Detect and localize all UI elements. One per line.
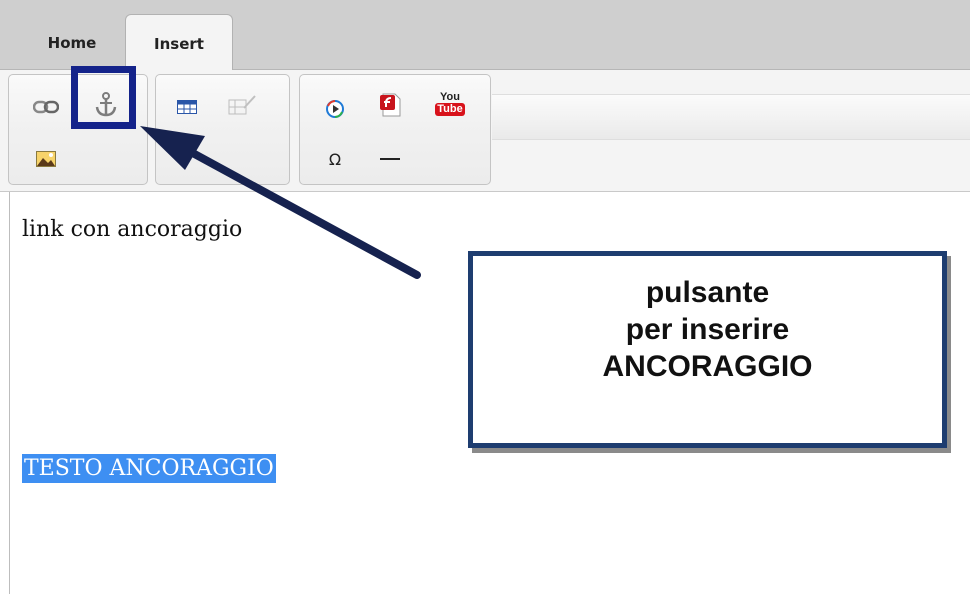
- youtube-top-label: You: [440, 91, 460, 103]
- youtube-icon: You Tube: [435, 91, 465, 116]
- table-properties-icon: [228, 95, 256, 115]
- annotation-callout: pulsante per inserire ANCORAGGIO: [468, 251, 947, 448]
- omega-icon: Ω: [328, 149, 342, 169]
- image-button[interactable]: [31, 145, 61, 173]
- callout-line-1: pulsante: [645, 276, 770, 309]
- media-group: You Tube Ω: [299, 74, 491, 185]
- special-character-button[interactable]: Ω: [320, 145, 350, 173]
- callout-text: pulsante per inserire ANCORAGGIO: [473, 274, 942, 385]
- horizontal-rule-icon: [380, 158, 400, 160]
- tab-home[interactable]: Home: [22, 22, 122, 70]
- editor-selected-text[interactable]: TESTO ANCORAGGIO: [22, 454, 276, 483]
- flash-icon: [380, 93, 401, 117]
- callout-line-3: ANCORAGGIO: [602, 350, 813, 383]
- tab-insert[interactable]: Insert: [125, 14, 233, 71]
- media-button[interactable]: [320, 95, 350, 123]
- tab-bar: Home Insert: [0, 0, 970, 71]
- link-icon: [33, 100, 59, 114]
- editor-line-link[interactable]: link con ancoraggio: [22, 217, 242, 242]
- flash-button[interactable]: [375, 91, 405, 119]
- image-icon: [36, 151, 56, 167]
- ribbon: You Tube Ω: [0, 70, 970, 192]
- media-play-icon: [326, 100, 344, 118]
- callout-line-2: per inserire: [625, 313, 790, 346]
- horizontal-rule-button[interactable]: [375, 145, 405, 173]
- table-properties-button[interactable]: [228, 91, 258, 119]
- anchor-button-highlight: [71, 66, 136, 129]
- youtube-button[interactable]: You Tube: [430, 87, 470, 121]
- table-icon: [177, 100, 197, 114]
- tables-group: [155, 74, 290, 185]
- ribbon-strip: [492, 94, 970, 140]
- youtube-bottom-label: Tube: [435, 103, 465, 116]
- table-button[interactable]: [172, 93, 202, 121]
- link-button[interactable]: [31, 93, 61, 121]
